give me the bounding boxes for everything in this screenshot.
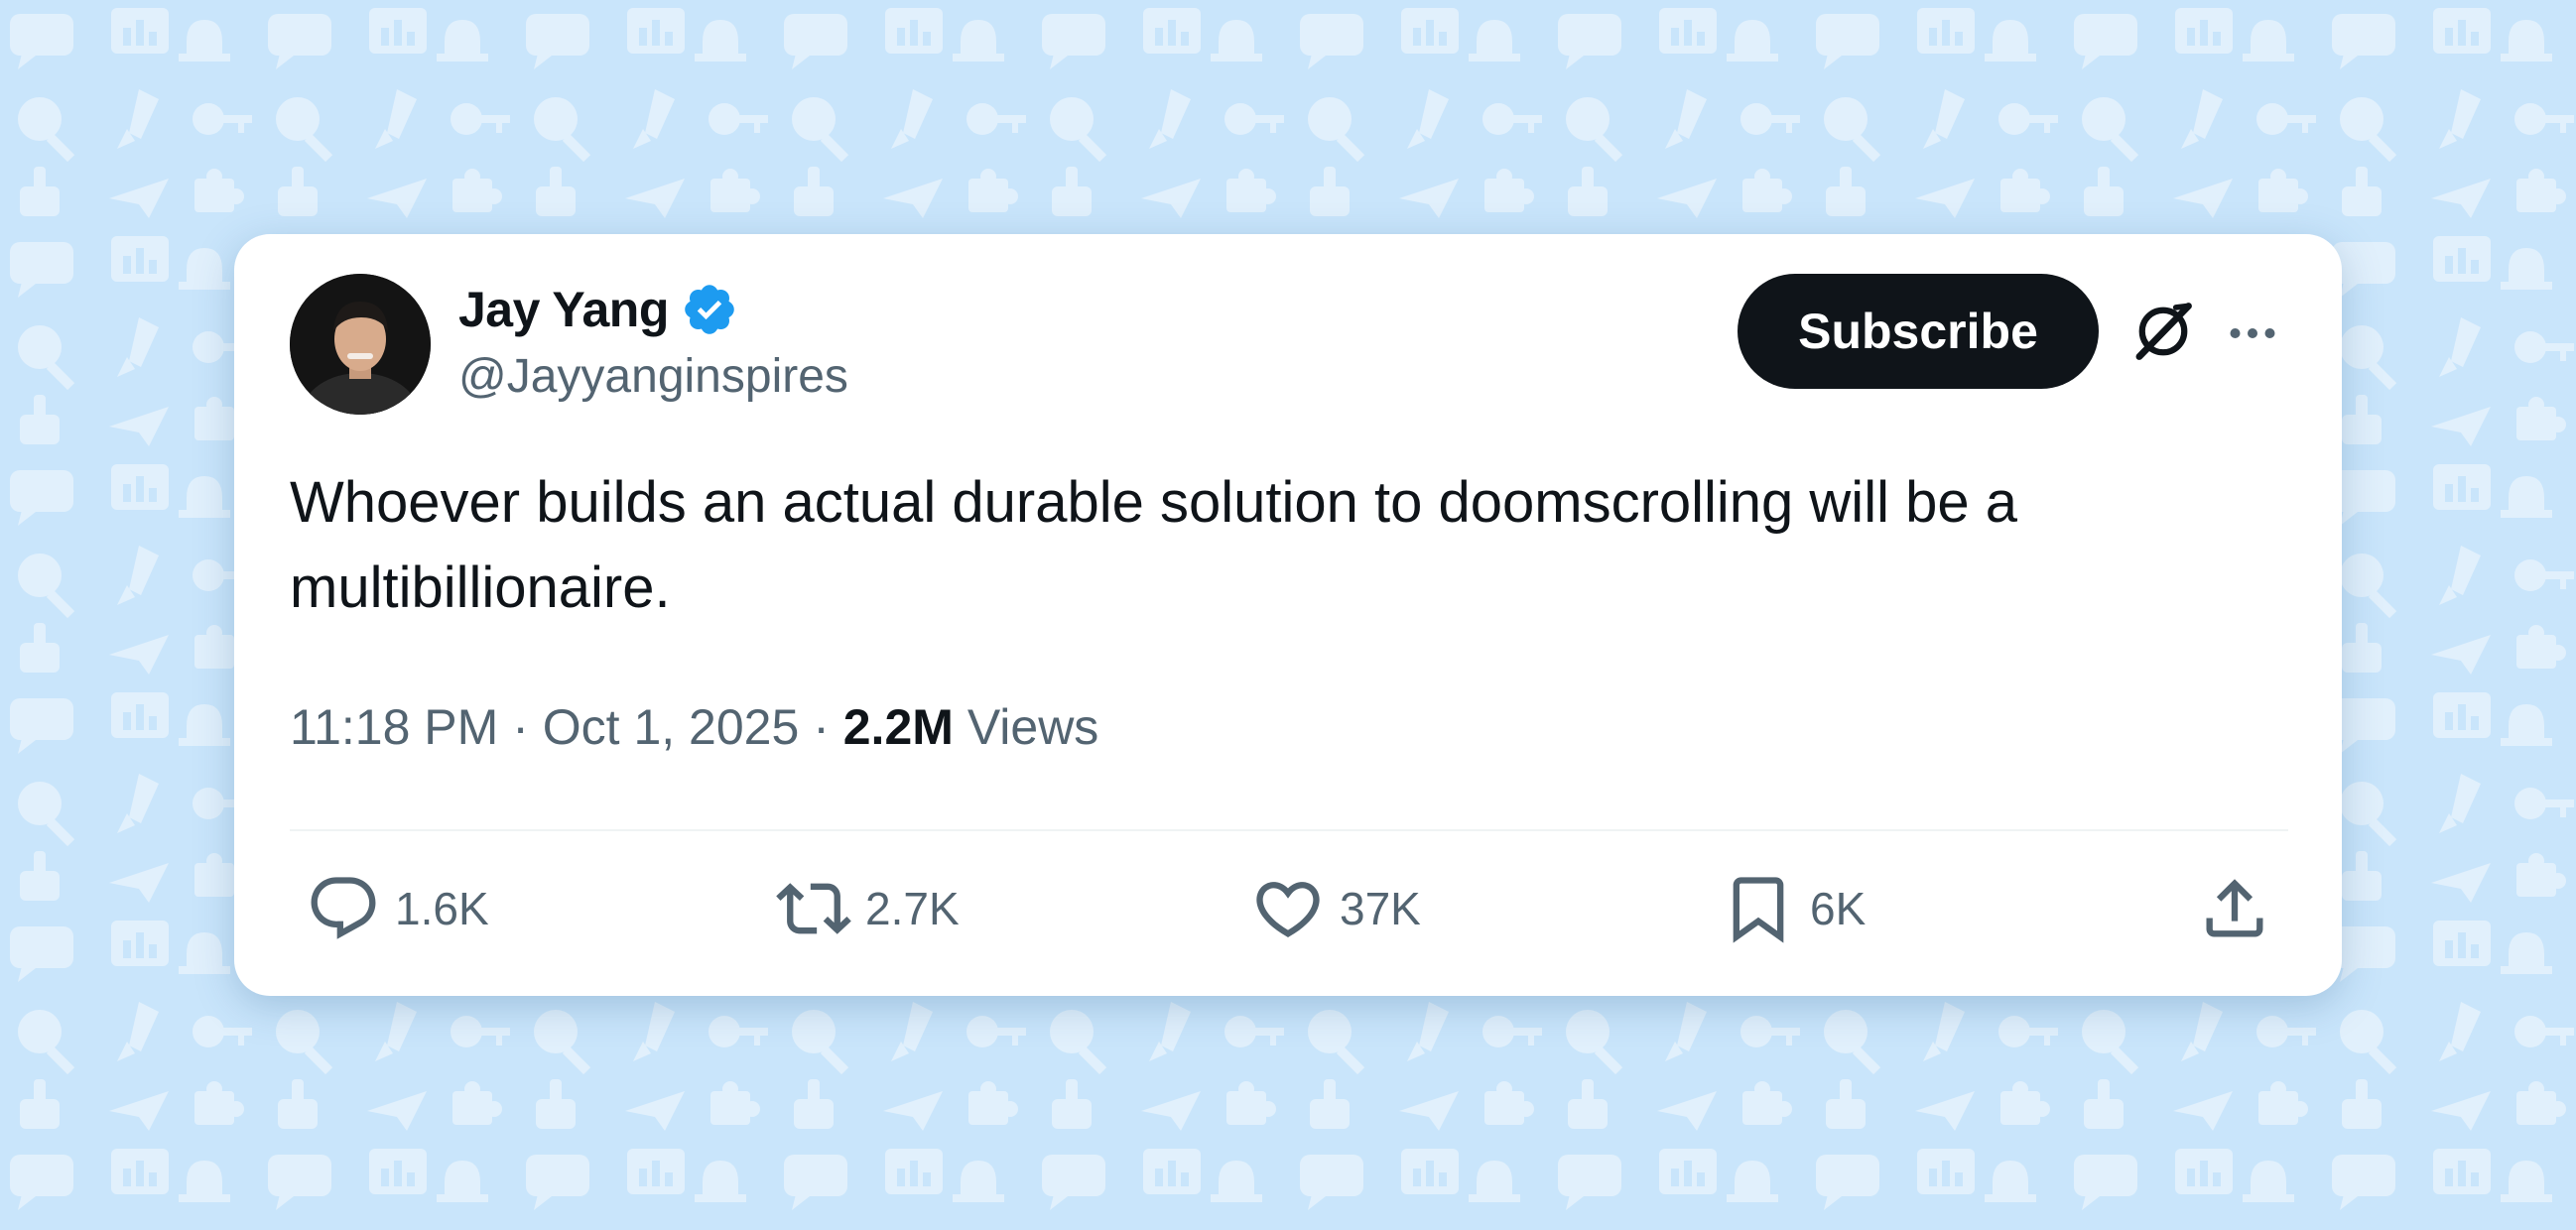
avatar[interactable] — [290, 274, 431, 415]
tweet-metadata: 11:18 PM · Oct 1, 2025 · 2.2M Views — [290, 698, 1098, 756]
like-count: 37K — [1340, 883, 1421, 934]
heart-icon — [1256, 882, 1320, 938]
bookmark-button[interactable]: 6K — [1721, 869, 1866, 948]
reply-count: 1.6K — [395, 883, 489, 934]
reply-button[interactable]: 1.6K — [306, 869, 489, 948]
tweet-time[interactable]: 11:18 PM — [290, 699, 498, 755]
verified-badge-icon — [685, 285, 734, 334]
repost-count: 2.7K — [865, 883, 960, 934]
meta-separator: · — [813, 699, 830, 755]
like-button[interactable]: 37K — [1250, 869, 1421, 948]
bookmark-count: 6K — [1810, 883, 1867, 934]
tweet-date[interactable]: Oct 1, 2025 — [543, 699, 800, 755]
share-button[interactable] — [2197, 869, 2272, 948]
subscribe-button[interactable]: Subscribe — [1738, 274, 2099, 389]
meta-separator: · — [512, 699, 529, 755]
share-icon — [2206, 879, 2263, 937]
divider — [290, 829, 2288, 831]
tweet-card[interactable]: Jay Yang @Jayyanginspires Subscribe Whoe… — [234, 234, 2342, 996]
display-name[interactable]: Jay Yang — [458, 281, 669, 338]
tweet-text: Whoever builds an actual durable solutio… — [290, 470, 2017, 620]
handle[interactable]: @Jayyanginspires — [458, 349, 848, 404]
bookmark-icon — [1733, 877, 1784, 943]
views-count: 2.2M — [842, 699, 954, 755]
repost-button[interactable]: 2.7K — [776, 869, 960, 948]
repost-icon — [776, 883, 851, 934]
reply-icon — [311, 877, 376, 939]
more-icon[interactable] — [2223, 304, 2282, 363]
grok-icon[interactable] — [2129, 298, 2197, 365]
views-label: Views — [966, 699, 1099, 755]
